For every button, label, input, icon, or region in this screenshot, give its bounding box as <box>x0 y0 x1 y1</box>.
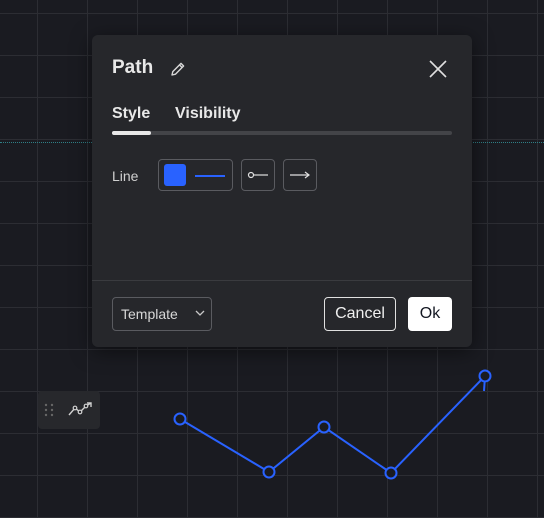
tab-style[interactable]: Style <box>112 105 150 123</box>
footer-divider <box>92 280 472 281</box>
ok-button[interactable]: Ok <box>408 297 452 331</box>
line-color-button[interactable] <box>158 159 233 191</box>
path-point[interactable] <box>173 412 187 426</box>
path-point[interactable] <box>478 369 492 383</box>
path-settings-dialog: Path Style Visibility Line Template Canc… <box>92 35 472 347</box>
path-point[interactable] <box>317 420 331 434</box>
tab-visibility[interactable]: Visibility <box>175 105 241 123</box>
floating-toolbar <box>38 391 100 429</box>
template-dropdown[interactable]: Template <box>112 297 212 331</box>
arrow-end-icon <box>290 171 310 179</box>
path-line <box>179 375 486 475</box>
circle-start-icon <box>247 171 268 179</box>
line-label: Line <box>112 168 139 184</box>
cancel-button[interactable]: Cancel <box>324 297 396 331</box>
dialog-title: Path <box>112 57 154 78</box>
pencil-icon[interactable] <box>168 59 188 79</box>
line-start-button[interactable] <box>241 159 275 191</box>
tab-track <box>112 131 452 135</box>
line-end-button[interactable] <box>283 159 317 191</box>
template-label: Template <box>121 306 178 322</box>
chevron-down-icon <box>195 310 205 316</box>
color-swatch <box>164 164 186 186</box>
close-icon[interactable] <box>426 57 450 81</box>
drag-handle-icon[interactable] <box>44 403 54 417</box>
path-point[interactable] <box>384 466 398 480</box>
line-style-preview <box>195 175 225 177</box>
active-tab-indicator <box>112 131 151 135</box>
path-tool-icon[interactable] <box>66 400 94 420</box>
path-point[interactable] <box>262 465 276 479</box>
